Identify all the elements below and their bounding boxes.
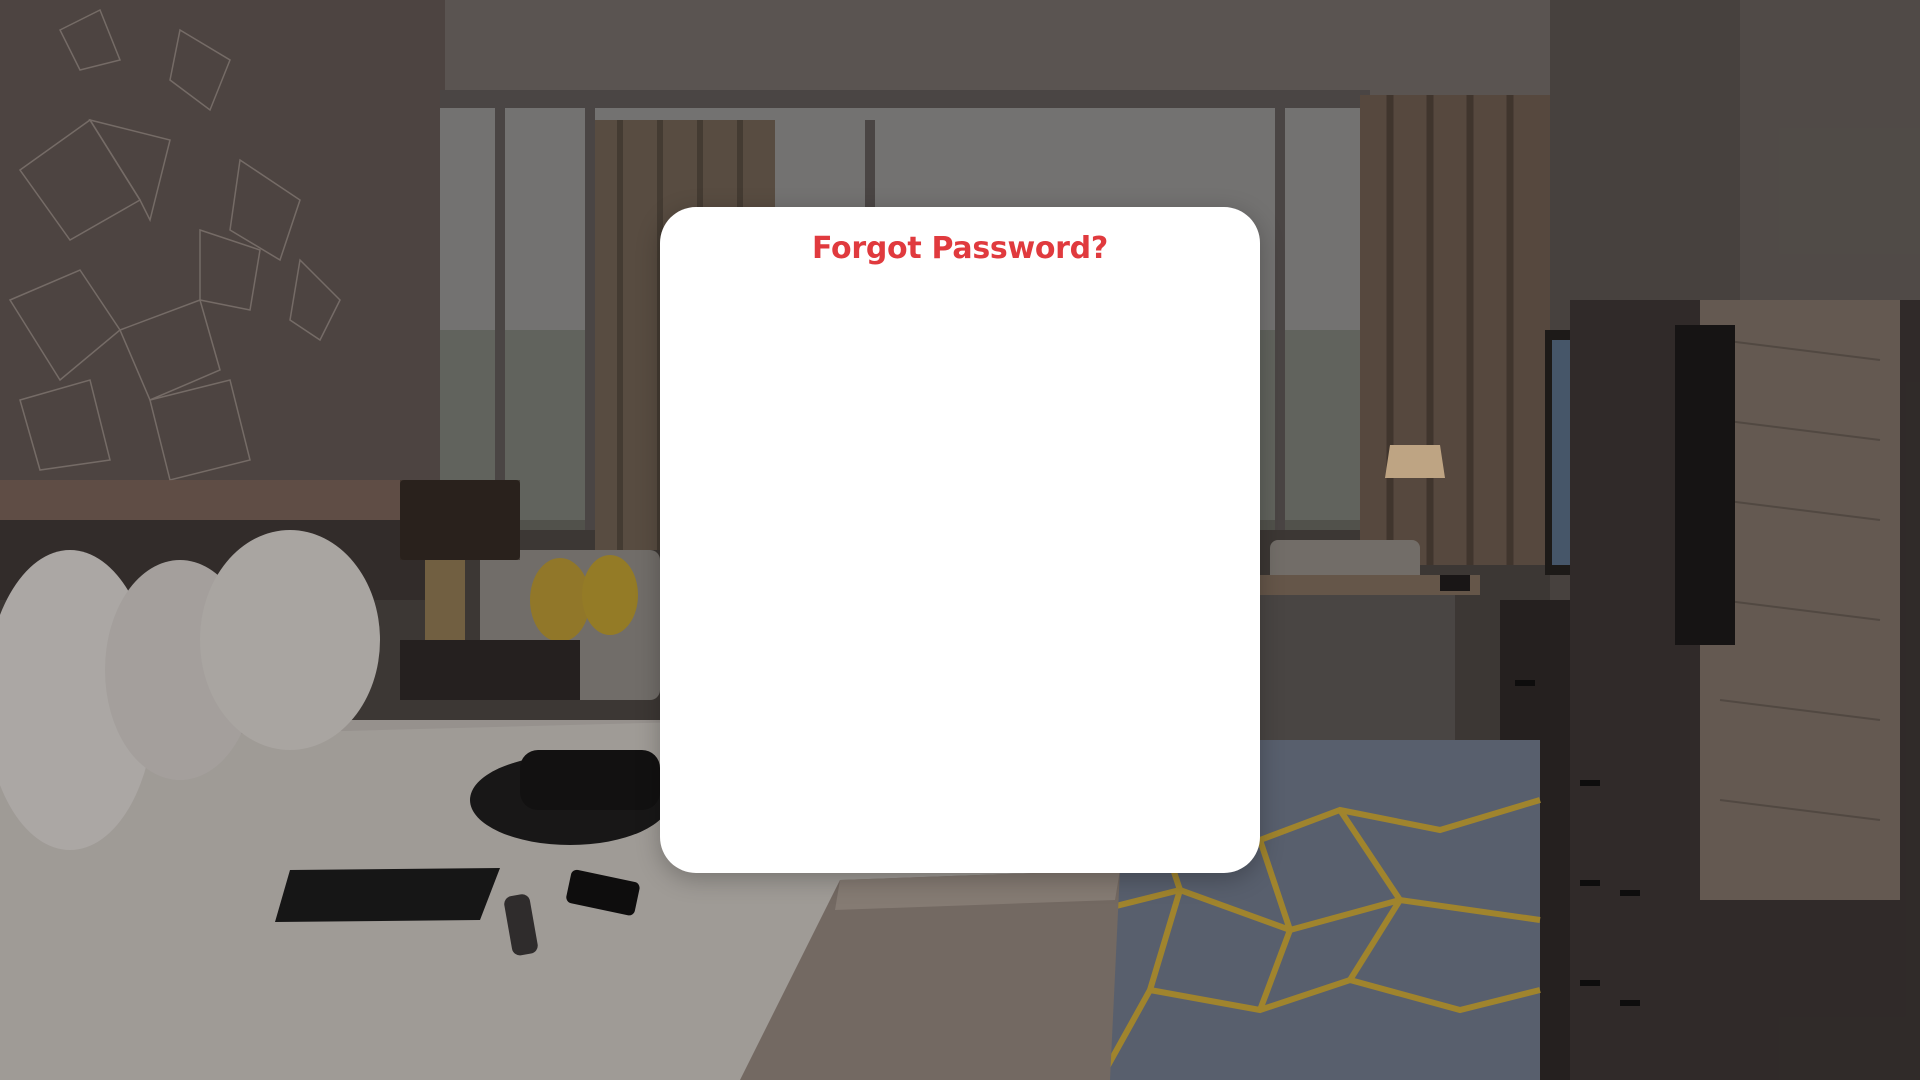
dialog-title: Forgot Password? [812, 231, 1108, 266]
forgot-password-dialog: Forgot Password? [660, 207, 1260, 873]
page-background: Forgot Password? [0, 0, 1920, 1080]
